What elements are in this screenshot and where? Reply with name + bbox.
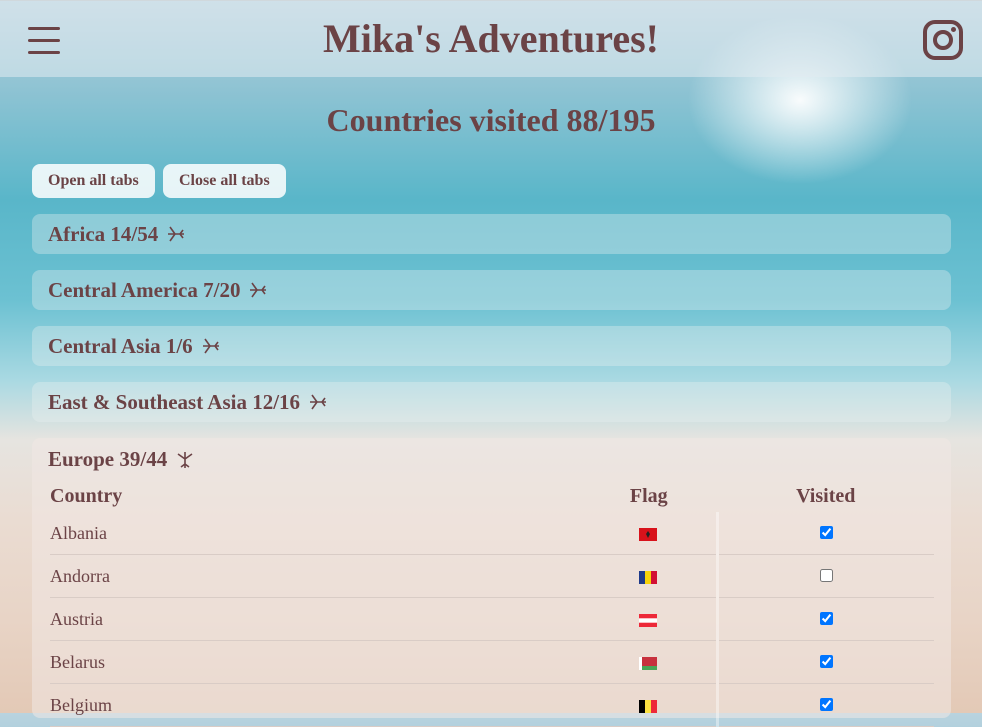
instagram-icon[interactable] — [922, 19, 964, 61]
table-row: Albania — [50, 512, 934, 555]
visited-checkbox[interactable] — [820, 568, 833, 582]
column-header-flag: Flag — [629, 484, 668, 507]
airplane-icon — [310, 394, 327, 410]
header-bar: Mika's Adventures! — [0, 0, 982, 77]
region-east-southeast-asia[interactable]: East & Southeast Asia 12/16 — [32, 382, 951, 422]
column-header-visited: Visited — [796, 484, 856, 507]
flag-andorra-icon — [639, 570, 657, 584]
region-label: Central Asia 1/6 — [48, 333, 193, 358]
visited-checkbox[interactable] — [820, 525, 833, 539]
table-row: Austria — [50, 597, 934, 641]
countries-table: Country Flag Visited Albania Andorra Aus… — [50, 480, 934, 727]
table-row: Belarus — [50, 640, 934, 684]
table-header-row: Country Flag Visited — [50, 480, 934, 512]
site-title: Mika's Adventures! — [323, 16, 659, 61]
visited-checkbox[interactable] — [820, 611, 833, 625]
region-label: Central America 7/20 — [48, 277, 241, 302]
airplane-down-icon — [177, 451, 193, 468]
region-central-america[interactable]: Central America 7/20 — [32, 270, 951, 310]
region-label: Europe 39/44 — [48, 447, 168, 471]
flag-belgium-icon — [639, 699, 657, 713]
region-central-asia[interactable]: Central Asia 1/6 — [32, 326, 951, 366]
region-europe: Europe 39/44 Country Flag Visited Albani… — [32, 438, 951, 727]
country-name: Austria — [50, 597, 580, 641]
country-name: Belgium — [50, 683, 580, 727]
visited-checkbox[interactable] — [820, 697, 833, 711]
region-label: Africa 14/54 — [48, 221, 159, 246]
region-africa[interactable]: Africa 14/54 — [32, 214, 951, 254]
region-header[interactable]: Europe 39/44 — [48, 447, 195, 472]
open-all-tabs-button[interactable]: Open all tabs — [32, 164, 155, 198]
table-row: Andorra — [50, 554, 934, 598]
country-name: Belarus — [50, 640, 580, 684]
table-row: Belgium — [50, 683, 934, 727]
airplane-icon — [168, 226, 185, 242]
airplane-icon — [250, 282, 267, 298]
airplane-icon — [202, 338, 219, 354]
column-header-country: Country — [50, 484, 123, 507]
page-title: Countries visited 88/195 — [326, 102, 656, 138]
region-label: East & Southeast Asia 12/16 — [48, 389, 301, 414]
country-name: Andorra — [50, 554, 580, 598]
flag-belarus-icon — [639, 656, 657, 670]
flag-albania-icon — [639, 527, 657, 541]
visited-checkbox[interactable] — [820, 654, 833, 668]
country-name: Albania — [50, 512, 580, 555]
flag-austria-icon — [639, 613, 657, 627]
close-all-tabs-button[interactable]: Close all tabs — [163, 164, 286, 198]
